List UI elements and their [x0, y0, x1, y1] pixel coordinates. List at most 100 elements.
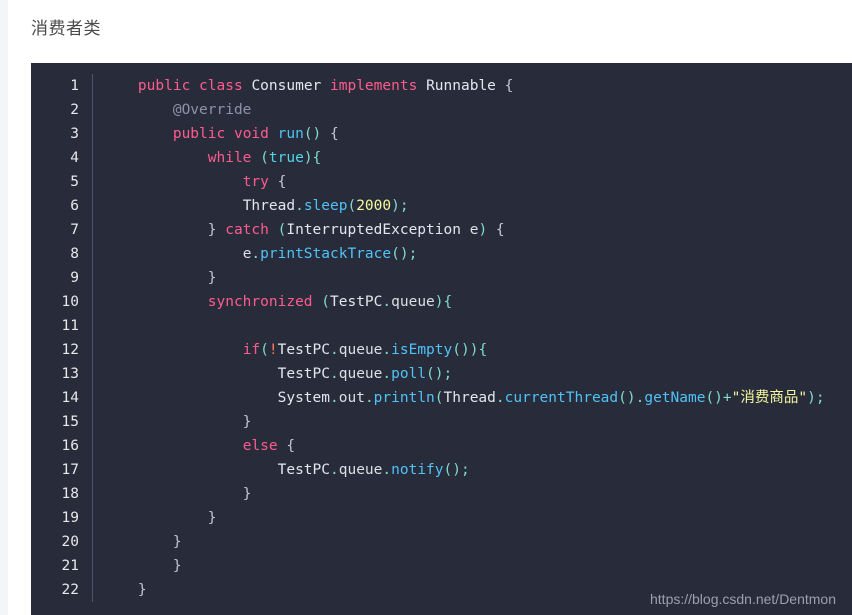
line-number: 6 [31, 194, 93, 218]
code-token: } [172, 534, 182, 550]
line-number: 17 [31, 458, 93, 482]
code-token: ! [268, 342, 278, 358]
line-number: 18 [31, 482, 93, 506]
code-token: ( [434, 390, 444, 406]
code-token: "消费商品" [731, 390, 808, 406]
code-token: . [382, 366, 392, 382]
code-line: 7 } catch (InterruptedException e) { [31, 218, 852, 242]
code-token: out [338, 390, 365, 406]
code-token: } [242, 486, 252, 502]
line-content: TestPC.queue.poll(); [93, 362, 852, 386]
line-content: try { [93, 170, 852, 194]
code-token: { [330, 126, 339, 142]
code-token: ()){ [452, 342, 488, 358]
code-token: println [373, 390, 435, 406]
code-token: public [137, 78, 191, 94]
code-token: { [495, 222, 505, 238]
line-content: while (true){ [93, 146, 852, 170]
line-number: 1 [31, 74, 93, 98]
watermark-url: https://blog.csdn.net/Dentmon [650, 591, 836, 607]
code-line: 11 [31, 314, 852, 338]
line-number: 14 [31, 386, 93, 410]
code-token: ) [478, 222, 488, 238]
page-left-edge-strip [0, 0, 8, 615]
code-token: Thread [242, 198, 296, 214]
line-content: } catch (InterruptedException e) { [93, 218, 852, 242]
code-line: 6 Thread.sleep(2000); [31, 194, 852, 218]
line-number: 9 [31, 266, 93, 290]
line-content: TestPC.queue.notify(); [93, 458, 852, 482]
line-number: 12 [31, 338, 93, 362]
code-token: queue [391, 294, 435, 310]
code-line: 10 synchronized (TestPC.queue){ [31, 290, 852, 314]
code-token: + [722, 390, 732, 406]
page-title: 消费者类 [31, 19, 101, 38]
line-number: 2 [31, 98, 93, 122]
line-number: 3 [31, 122, 93, 146]
code-token: () [705, 390, 723, 406]
code-token: notify [391, 462, 444, 478]
code-line: 21 } [31, 554, 852, 578]
line-number: 15 [31, 410, 93, 434]
code-block: 1 public class Consumer implements Runna… [31, 63, 852, 615]
code-token: . [330, 390, 339, 406]
line-content: else { [93, 434, 852, 458]
code-line: 13 TestPC.queue.poll(); [31, 362, 852, 386]
code-token: . [382, 342, 392, 358]
code-token: ( [321, 294, 330, 310]
code-token: . [251, 246, 261, 262]
line-content: } [93, 554, 852, 578]
code-token: . [330, 366, 339, 382]
code-token: ( [347, 198, 357, 214]
code-token: (); [426, 366, 453, 382]
line-content: public void run() { [93, 122, 852, 146]
code-line: 2 @Override [31, 98, 852, 122]
code-token: (); [443, 462, 470, 478]
code-token: ){ [434, 294, 453, 310]
code-token: Consumer [251, 78, 322, 94]
code-token: . [330, 462, 339, 478]
line-content: e.printStackTrace(); [93, 242, 852, 266]
code-token: queue [338, 342, 383, 358]
code-token: class [199, 78, 243, 94]
code-token: . [330, 342, 339, 358]
code-token: true [268, 150, 304, 166]
code-token: public [172, 126, 226, 142]
line-content: } [93, 482, 852, 506]
line-number: 4 [31, 146, 93, 170]
code-token: printStackTrace [260, 246, 392, 262]
code-line: 12 if(!TestPC.queue.isEmpty()){ [31, 338, 852, 362]
code-token: while [207, 150, 252, 166]
code-line: 17 TestPC.queue.notify(); [31, 458, 852, 482]
code-token: ); [807, 390, 825, 406]
line-number: 10 [31, 290, 93, 314]
code-token: { [277, 174, 287, 190]
code-token: . [382, 462, 392, 478]
code-line: 4 while (true){ [31, 146, 852, 170]
code-token: } [207, 222, 217, 238]
article-page: 消费者类 1 public class Consumer implements … [8, 0, 852, 615]
code-token: catch [225, 222, 269, 238]
code-token: currentThread [504, 390, 619, 406]
code-token: () [618, 390, 636, 406]
code-token: 2000 [356, 198, 392, 214]
code-line: 20 } [31, 530, 852, 554]
line-number: 11 [31, 314, 93, 338]
code-line: 14 System.out.println(Thread.currentThre… [31, 386, 852, 410]
line-content: if(!TestPC.queue.isEmpty()){ [93, 338, 852, 362]
code-token: TestPC [277, 366, 330, 382]
code-lines-container: 1 public class Consumer implements Runna… [31, 63, 852, 602]
